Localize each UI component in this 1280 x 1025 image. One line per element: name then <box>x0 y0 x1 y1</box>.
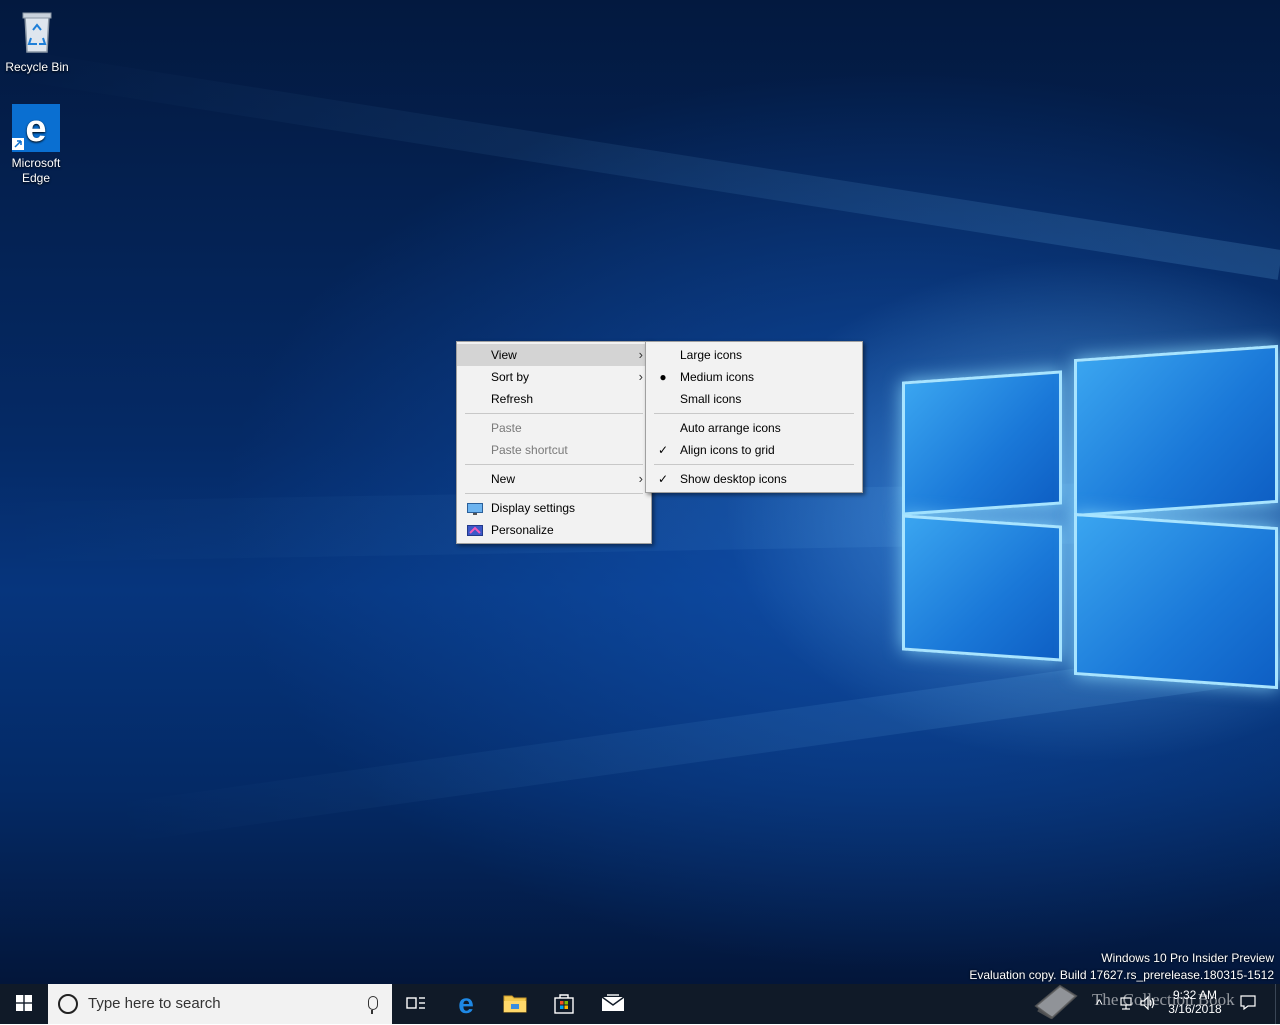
checkmark-icon: ✓ <box>657 472 669 486</box>
submenu-item-auto-arrange[interactable]: Auto arrange icons <box>646 417 862 439</box>
menu-separator <box>465 413 643 414</box>
submenu-item-medium-icons[interactable]: ● Medium icons <box>646 366 862 388</box>
edge-icon: e <box>12 104 60 152</box>
menu-item-refresh[interactable]: Refresh <box>457 388 651 410</box>
menu-item-display-settings-label: Display settings <box>491 501 576 515</box>
submenu-item-label: Align icons to grid <box>680 443 775 457</box>
notification-icon <box>1240 995 1256 1013</box>
menu-item-personalize-label: Personalize <box>491 523 554 537</box>
svg-text:e: e <box>25 108 46 150</box>
taskbar-file-explorer-button[interactable] <box>491 984 539 1024</box>
menu-item-paste-shortcut-label: Paste shortcut <box>491 443 568 457</box>
desktop-context-menu: View › Sort by › Refresh Paste Paste sho… <box>456 341 652 544</box>
microsoft-edge-desktop-icon[interactable]: e Microsoft Edge <box>0 104 72 186</box>
chevron-right-icon: › <box>638 471 643 486</box>
menu-item-paste-shortcut[interactable]: Paste shortcut <box>457 439 651 461</box>
chevron-right-icon: › <box>638 347 643 362</box>
submenu-item-label: Large icons <box>680 348 743 362</box>
menu-separator <box>465 493 643 494</box>
watermark-line1: Windows 10 Pro Insider Preview <box>1101 951 1274 965</box>
display-settings-icon <box>467 501 483 515</box>
submenu-item-label: Medium icons <box>680 370 755 384</box>
recycle-bin-icon <box>13 8 61 56</box>
taskbar-mail-button[interactable] <box>589 984 637 1024</box>
menu-item-view[interactable]: View › <box>457 344 651 366</box>
cortana-circle-icon <box>58 994 78 1014</box>
menu-item-new[interactable]: New › <box>457 468 651 490</box>
windows-start-icon <box>16 994 32 1014</box>
taskbar-search-box[interactable]: Type here to search <box>48 984 392 1024</box>
menu-separator <box>654 413 854 414</box>
mail-icon <box>601 993 625 1015</box>
watermark-line2: Evaluation copy. Build 17627.rs_prerelea… <box>969 968 1274 982</box>
menu-item-paste-label: Paste <box>491 421 522 435</box>
windows-logo-pane <box>1074 512 1278 690</box>
taskbar-edge-button[interactable]: e <box>442 984 490 1024</box>
book-logo-icon <box>1030 978 1082 1022</box>
edge-icon: e <box>458 988 474 1019</box>
submenu-item-label: Small icons <box>680 392 742 406</box>
menu-item-sort-by[interactable]: Sort by › <box>457 366 651 388</box>
edge-label-line1: Microsoft <box>11 156 61 170</box>
taskbar: Type here to search e ^ 9:32 AM 3/16/201… <box>0 984 1280 1024</box>
task-view-icon <box>406 995 426 1014</box>
menu-item-personalize[interactable]: Personalize <box>457 519 651 541</box>
chevron-right-icon: › <box>638 369 643 384</box>
collection-book-watermark: The Collection Book <box>1092 990 1235 1009</box>
edge-label-line2: Edge <box>21 171 51 185</box>
windows-logo-pane <box>902 370 1062 516</box>
show-desktop-button[interactable] <box>1275 984 1280 1024</box>
menu-item-view-label: View <box>491 348 517 362</box>
menu-separator <box>654 464 854 465</box>
menu-item-paste[interactable]: Paste <box>457 417 651 439</box>
submenu-item-label: Auto arrange icons <box>680 421 781 435</box>
radio-bullet-icon: ● <box>659 370 667 384</box>
menu-item-refresh-label: Refresh <box>491 392 534 406</box>
action-center-button[interactable] <box>1238 984 1258 1024</box>
taskbar-store-button[interactable] <box>540 984 588 1024</box>
menu-item-new-label: New <box>491 472 516 486</box>
microphone-icon[interactable] <box>368 996 378 1014</box>
windows-logo-pane <box>902 514 1062 662</box>
folder-icon <box>503 993 527 1016</box>
submenu-item-align-to-grid[interactable]: ✓ Align icons to grid <box>646 439 862 461</box>
start-button[interactable] <box>0 984 48 1024</box>
submenu-item-large-icons[interactable]: Large icons <box>646 344 862 366</box>
store-bag-icon <box>553 992 575 1017</box>
menu-item-display-settings[interactable]: Display settings <box>457 497 651 519</box>
personalize-icon <box>467 523 483 536</box>
search-placeholder: Type here to search <box>88 995 221 1012</box>
submenu-item-show-desktop-icons[interactable]: ✓ Show desktop icons <box>646 468 862 490</box>
recycle-bin-desktop-icon[interactable]: Recycle Bin <box>1 8 73 75</box>
submenu-item-small-icons[interactable]: Small icons <box>646 388 862 410</box>
submenu-item-label: Show desktop icons <box>680 472 787 486</box>
windows-logo-pane <box>1074 344 1278 518</box>
checkmark-icon: ✓ <box>657 443 669 457</box>
wallpaper-beam <box>13 49 1280 280</box>
menu-item-sort-by-label: Sort by <box>491 370 530 384</box>
recycle-bin-label: Recycle Bin <box>5 60 69 74</box>
evaluation-watermark: Windows 10 Pro Insider Preview Evaluatio… <box>969 950 1274 984</box>
task-view-button[interactable] <box>392 984 440 1024</box>
view-submenu: Large icons ● Medium icons Small icons A… <box>645 341 863 493</box>
menu-separator <box>465 464 643 465</box>
